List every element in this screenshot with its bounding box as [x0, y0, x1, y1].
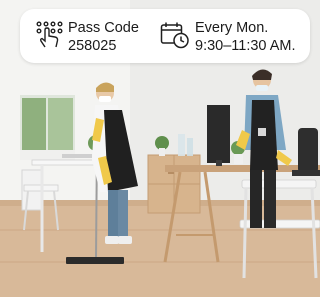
- keypad-touch-icon: [36, 21, 64, 54]
- pass-code-group: Pass Code 258025: [34, 9, 164, 63]
- cleaning-service-card: Pass Code 258025 Every Mon. 9:30–11:30 A…: [0, 0, 320, 297]
- info-bar: Pass Code 258025 Every Mon. 9:30–11:30 A…: [20, 9, 310, 63]
- pass-code-label: Pass Code: [68, 20, 139, 36]
- pass-code-value: 258025: [68, 38, 117, 54]
- schedule-group: Every Mon. 9:30–11:30 AM.: [160, 9, 310, 63]
- schedule-day: Every Mon.: [195, 20, 269, 36]
- calendar-clock-icon: [160, 21, 190, 54]
- schedule-time: 9:30–11:30 AM.: [195, 38, 296, 54]
